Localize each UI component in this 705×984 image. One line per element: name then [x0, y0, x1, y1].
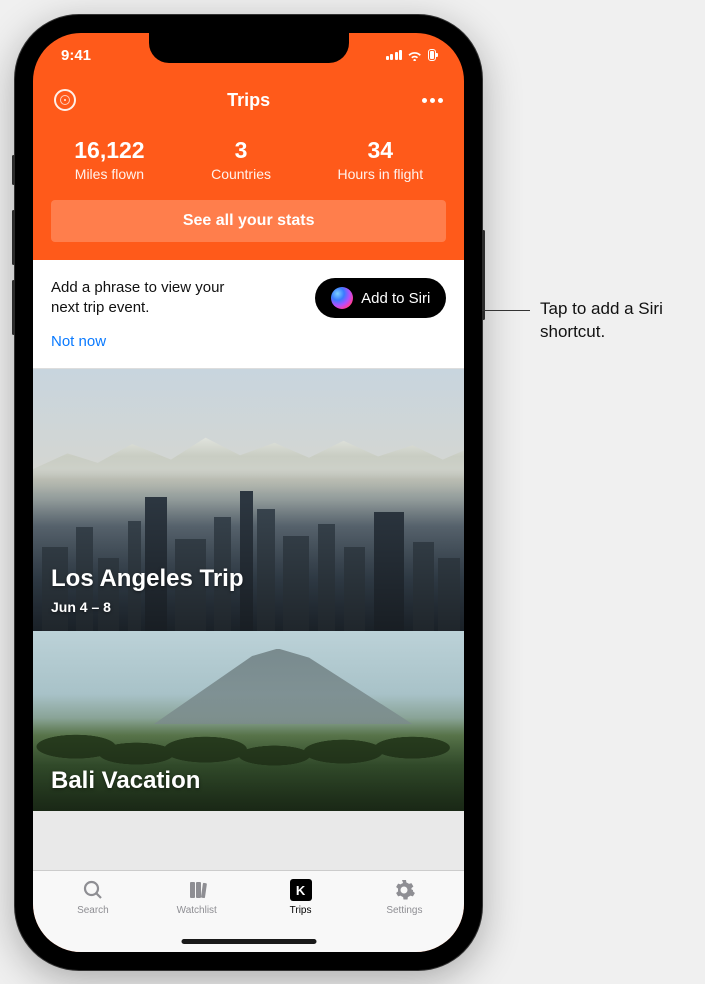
tab-label: Trips: [290, 905, 312, 916]
content-area[interactable]: Add a phrase to view your next trip even…: [33, 260, 464, 870]
not-now-link[interactable]: Not now: [51, 333, 231, 350]
battery-icon: [428, 49, 437, 61]
trip-card-la[interactable]: Los Angeles Trip Jun 4 – 8: [33, 369, 464, 631]
nav-bar: Trips: [33, 77, 464, 123]
tab-settings[interactable]: Settings: [352, 877, 456, 952]
trip-dates: Jun 4 – 8: [51, 599, 446, 615]
stats-row: 16,122 Miles flown 3 Countries 34 Hours …: [33, 123, 464, 200]
more-icon[interactable]: [420, 88, 444, 112]
trip-title: Bali Vacation: [51, 767, 446, 795]
home-indicator[interactable]: [181, 939, 316, 944]
tab-label: Search: [77, 905, 109, 916]
stat-value: 3: [211, 137, 271, 164]
watchlist-icon: [184, 877, 210, 903]
gear-icon: [391, 877, 417, 903]
radar-icon[interactable]: [53, 88, 77, 112]
tab-label: Settings: [386, 905, 422, 916]
stat-label: Countries: [211, 166, 271, 182]
screen: 9:41 Trips 16,122 Miles flown 3: [33, 33, 464, 952]
status-indicators: [386, 49, 437, 61]
tab-search[interactable]: Search: [41, 877, 145, 952]
siri-card: Add a phrase to view your next trip even…: [33, 260, 464, 369]
siri-prompt: Add a phrase to view your next trip even…: [51, 278, 231, 319]
callout: Tap to add a Siri shortcut.: [482, 298, 690, 344]
search-icon: [80, 877, 106, 903]
stat-label: Hours in flight: [337, 166, 423, 182]
siri-button-label: Add to Siri: [361, 290, 430, 307]
page-title: Trips: [227, 90, 270, 111]
trips-icon: K: [288, 877, 314, 903]
trip-card-bali[interactable]: Bali Vacation: [33, 631, 464, 811]
see-stats-button[interactable]: See all your stats: [51, 200, 446, 242]
status-time: 9:41: [61, 47, 91, 64]
stat-value: 16,122: [74, 137, 144, 164]
wifi-icon: [407, 49, 422, 60]
stat-label: Miles flown: [74, 166, 144, 182]
callout-text: Tap to add a Siri shortcut.: [540, 298, 690, 344]
stat-value: 34: [337, 137, 423, 164]
trip-title: Los Angeles Trip: [51, 565, 446, 593]
stat-countries: 3 Countries: [211, 137, 271, 182]
callout-line: [482, 310, 530, 311]
tab-label: Watchlist: [177, 905, 217, 916]
cellular-icon: [386, 50, 403, 60]
stat-miles: 16,122 Miles flown: [74, 137, 144, 182]
stat-hours: 34 Hours in flight: [337, 137, 423, 182]
phone-device: 9:41 Trips 16,122 Miles flown 3: [15, 15, 482, 970]
siri-icon: [331, 287, 353, 309]
add-to-siri-button[interactable]: Add to Siri: [315, 278, 446, 318]
notch: [149, 33, 349, 63]
